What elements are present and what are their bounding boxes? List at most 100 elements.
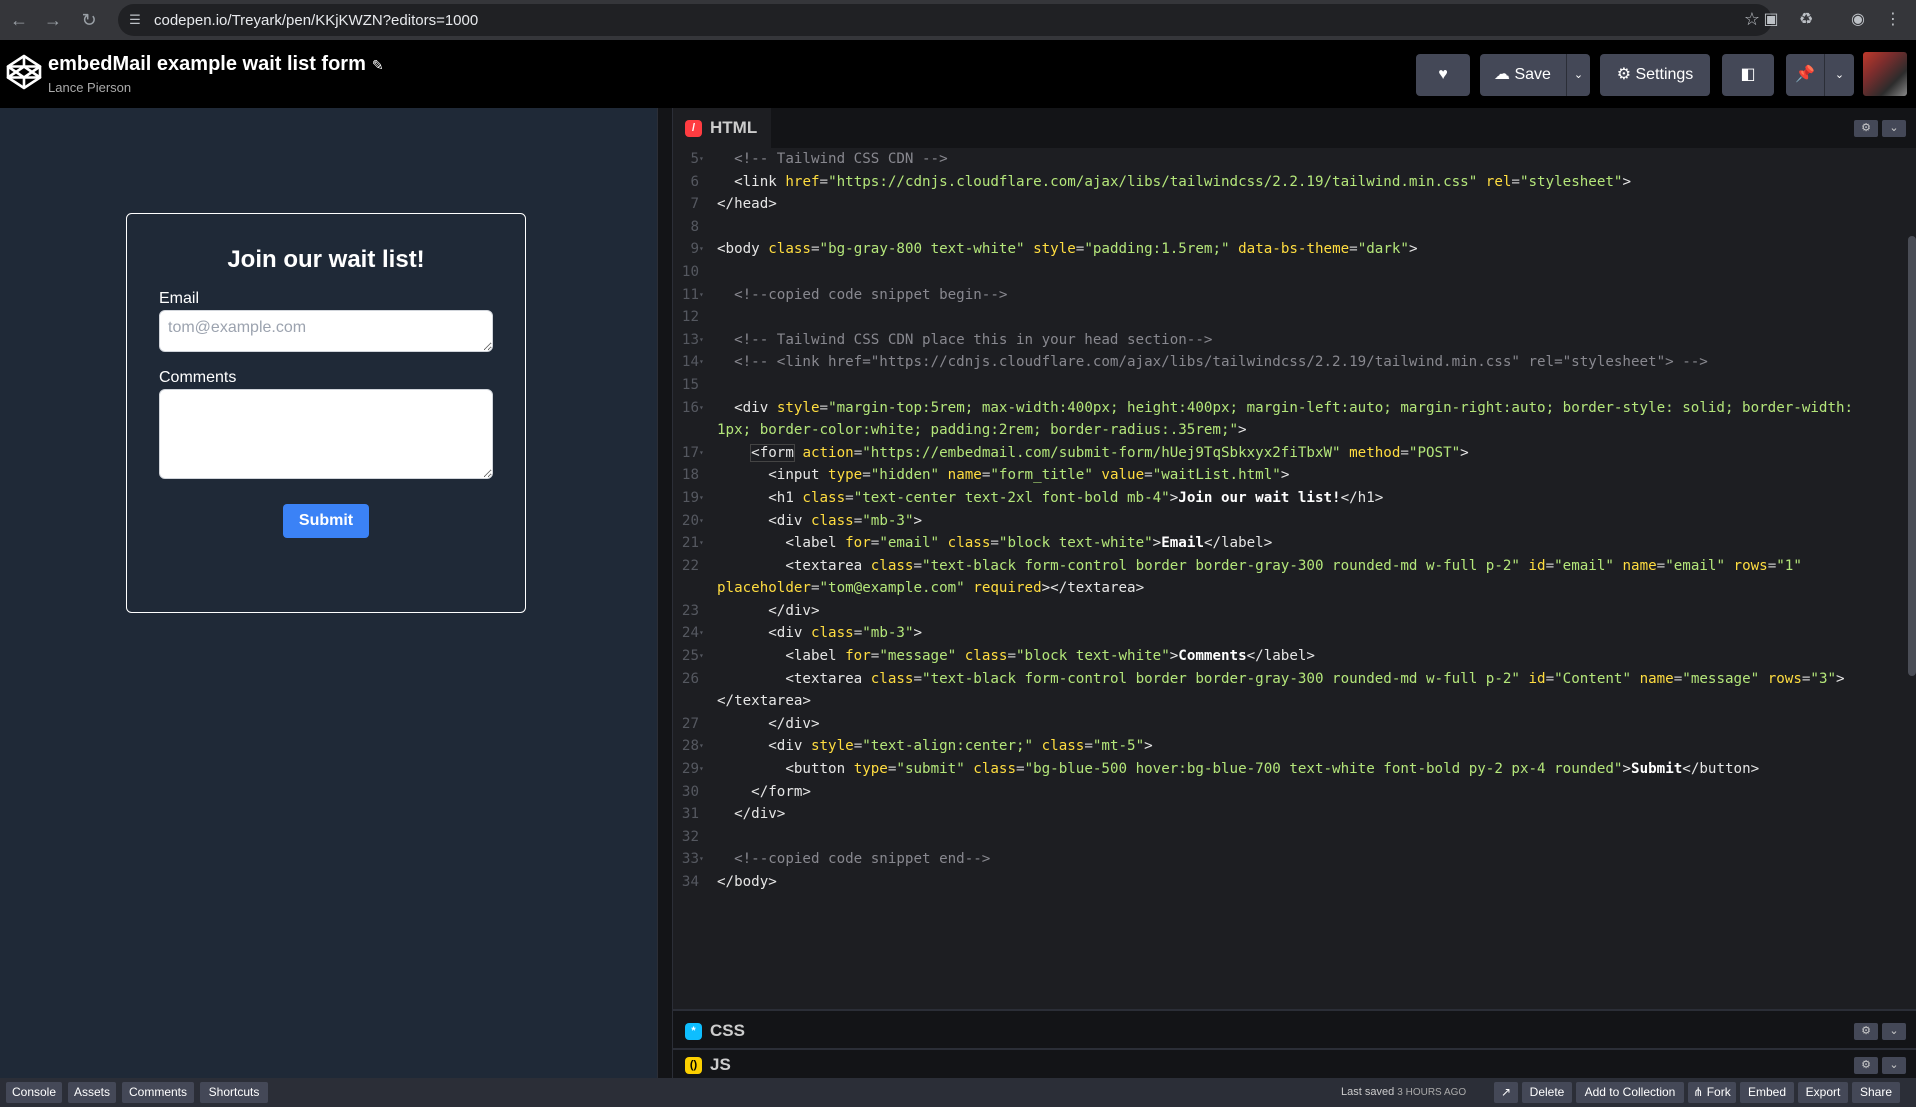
code-text[interactable]: <div style="text-align:center;" class="m… bbox=[713, 735, 1867, 758]
code-text[interactable]: <button type="submit" class="bg-blue-500… bbox=[713, 758, 1867, 781]
tab-js[interactable]: () JS bbox=[673, 1050, 745, 1080]
code-text[interactable]: <!-- <link href="https://cdnjs.cloudflar… bbox=[713, 351, 1867, 374]
extension-icon[interactable]: ▣ bbox=[1760, 9, 1782, 31]
code-text[interactable]: </body> bbox=[713, 871, 1867, 894]
code-text[interactable]: <label for="message" class="block text-w… bbox=[713, 645, 1867, 668]
code-text[interactable] bbox=[713, 216, 1867, 239]
code-text[interactable]: <label for="email" class="block text-whi… bbox=[713, 532, 1867, 555]
code-line[interactable]: 23 </div> bbox=[673, 600, 1916, 623]
share-button[interactable]: Share bbox=[1852, 1082, 1900, 1103]
code-text[interactable]: </head> bbox=[713, 193, 1867, 216]
code-line[interactable]: 6 <link href="https://cdnjs.cloudflare.c… bbox=[673, 171, 1916, 194]
submit-button[interactable]: Submit bbox=[282, 504, 370, 538]
code-text[interactable]: </div> bbox=[713, 713, 1867, 736]
code-line[interactable]: 12 bbox=[673, 306, 1916, 329]
avatar[interactable] bbox=[1863, 52, 1907, 96]
reload-icon[interactable]: ↻ bbox=[77, 8, 101, 32]
code-line[interactable]: 28 ▾ <div style="text-align:center;" cla… bbox=[673, 735, 1916, 758]
code-text[interactable]: <div style="margin-top:5rem; max-width:4… bbox=[713, 397, 1867, 442]
code-line[interactable]: 21 ▾ <label for="email" class="block tex… bbox=[673, 532, 1916, 555]
code-text[interactable]: <input type="hidden" name="form_title" v… bbox=[713, 464, 1867, 487]
pane-resizer[interactable] bbox=[657, 108, 673, 1078]
editor-collapse-chevron-icon[interactable]: ⌄ bbox=[1882, 120, 1906, 137]
code-text[interactable]: </form> bbox=[713, 781, 1867, 804]
shortcuts-button[interactable]: Shortcuts bbox=[200, 1082, 268, 1103]
code-line[interactable]: 15 bbox=[673, 374, 1916, 397]
fold-arrow-icon[interactable]: ▾ bbox=[699, 284, 713, 307]
code-text[interactable]: <div class="mb-3"> bbox=[713, 510, 1867, 533]
code-line[interactable]: 33 ▾ <!--copied code snippet end--> bbox=[673, 848, 1916, 871]
code-line[interactable]: 22 <textarea class="text-black form-cont… bbox=[673, 555, 1916, 600]
code-line[interactable]: 13 ▾ <!-- Tailwind CSS CDN place this in… bbox=[673, 329, 1916, 352]
code-text[interactable]: <h1 class="text-center text-2xl font-bol… bbox=[713, 487, 1867, 510]
code-line[interactable]: 5 ▾ <!-- Tailwind CSS CDN --> bbox=[673, 148, 1916, 171]
code-text[interactable] bbox=[713, 374, 1867, 397]
heart-button[interactable]: ♥ bbox=[1416, 54, 1470, 96]
fold-arrow-icon[interactable]: ▾ bbox=[699, 735, 713, 758]
save-button[interactable]: ☁ Save bbox=[1480, 54, 1566, 96]
fold-arrow-icon[interactable]: ▾ bbox=[699, 397, 713, 442]
code-line[interactable]: 7 </head> bbox=[673, 193, 1916, 216]
code-line[interactable]: 14 ▾ <!-- <link href="https://cdnjs.clou… bbox=[673, 351, 1916, 374]
code-text[interactable]: <textarea class="text-black form-control… bbox=[713, 555, 1867, 600]
fork-button[interactable]: ⋔ Fork bbox=[1688, 1082, 1736, 1103]
code-text[interactable]: <textarea class="text-black form-control… bbox=[713, 668, 1867, 713]
tab-css[interactable]: * CSS bbox=[673, 1011, 759, 1051]
embed-button[interactable]: Embed bbox=[1740, 1082, 1794, 1103]
profile-icon[interactable]: ◉ bbox=[1847, 9, 1869, 31]
code-line[interactable]: 9 ▾ <body class="bg-gray-800 text-white" … bbox=[673, 238, 1916, 261]
code-line[interactable]: 8 bbox=[673, 216, 1916, 239]
fold-arrow-icon[interactable]: ▾ bbox=[699, 622, 713, 645]
assets-button[interactable]: Assets bbox=[68, 1082, 116, 1103]
code-text[interactable]: <form action="https://embedmail.com/subm… bbox=[713, 442, 1867, 465]
code-text[interactable] bbox=[713, 826, 1867, 849]
code-text[interactable] bbox=[713, 306, 1867, 329]
pen-title[interactable]: embedMail example wait list form ✎ bbox=[48, 53, 384, 76]
code-line[interactable]: 26 <textarea class="text-black form-cont… bbox=[673, 668, 1916, 713]
fold-arrow-icon[interactable]: ▾ bbox=[699, 351, 713, 374]
code-text[interactable]: <!--copied code snippet end--> bbox=[713, 848, 1867, 871]
js-collapse-chevron-icon[interactable]: ⌄ bbox=[1882, 1057, 1906, 1074]
pin-button[interactable]: 📌 bbox=[1786, 54, 1824, 96]
code-line[interactable]: 27 </div> bbox=[673, 713, 1916, 736]
address-bar[interactable]: ☰ codepen.io/Treyark/pen/KKjKWZN?editors… bbox=[118, 4, 1772, 36]
fold-arrow-icon[interactable]: ▾ bbox=[699, 238, 713, 261]
export-button[interactable]: Export bbox=[1798, 1082, 1848, 1103]
fold-arrow-icon[interactable]: ▾ bbox=[699, 510, 713, 533]
save-dropdown-button[interactable]: ⌄ bbox=[1566, 54, 1590, 96]
code-line[interactable]: 20 ▾ <div class="mb-3"> bbox=[673, 510, 1916, 533]
comments-field[interactable] bbox=[159, 389, 493, 479]
extensions-puzzle-icon[interactable]: ♻ bbox=[1795, 9, 1817, 31]
code-line[interactable]: 16 ▾ <div style="margin-top:5rem; max-wi… bbox=[673, 397, 1916, 442]
pen-author[interactable]: Lance Pierson bbox=[48, 80, 131, 95]
code-line[interactable]: 25 ▾ <label for="message" class="block t… bbox=[673, 645, 1916, 668]
code-line[interactable]: 30 </form> bbox=[673, 781, 1916, 804]
comments-button[interactable]: Comments bbox=[122, 1082, 194, 1103]
code-line[interactable]: 29 ▾ <button type="submit" class="bg-blu… bbox=[673, 758, 1916, 781]
code-line[interactable]: 10 bbox=[673, 261, 1916, 284]
email-field[interactable] bbox=[159, 310, 493, 352]
console-button[interactable]: Console bbox=[6, 1082, 62, 1103]
site-info-icon[interactable]: ☰ bbox=[126, 11, 144, 29]
code-line[interactable]: 24 ▾ <div class="mb-3"> bbox=[673, 622, 1916, 645]
code-text[interactable]: </div> bbox=[713, 600, 1867, 623]
layout-button[interactable]: ◧ bbox=[1722, 54, 1774, 96]
editor-settings-gear-icon[interactable]: ⚙ bbox=[1854, 120, 1878, 137]
code-line[interactable]: 34 </body> bbox=[673, 871, 1916, 894]
code-text[interactable]: <body class="bg-gray-800 text-white" sty… bbox=[713, 238, 1867, 261]
bookmark-star-icon[interactable]: ☆ bbox=[1744, 9, 1760, 30]
menu-kebab-icon[interactable]: ⋮ bbox=[1882, 9, 1904, 31]
fold-arrow-icon[interactable]: ▾ bbox=[699, 645, 713, 668]
edit-pencil-icon[interactable]: ✎ bbox=[372, 57, 384, 73]
codepen-logo-icon[interactable] bbox=[4, 52, 44, 92]
fold-arrow-icon[interactable]: ▾ bbox=[699, 442, 713, 465]
code-line[interactable]: 31 </div> bbox=[673, 803, 1916, 826]
external-link-icon[interactable]: ↗ bbox=[1494, 1082, 1518, 1103]
code-text[interactable]: <!-- Tailwind CSS CDN place this in your… bbox=[713, 329, 1867, 352]
code-text[interactable]: </div> bbox=[713, 803, 1867, 826]
editor-scrollbar[interactable] bbox=[1908, 236, 1916, 676]
css-collapse-chevron-icon[interactable]: ⌄ bbox=[1882, 1023, 1906, 1040]
css-settings-gear-icon[interactable]: ⚙ bbox=[1854, 1023, 1878, 1040]
fold-arrow-icon[interactable]: ▾ bbox=[699, 329, 713, 352]
pen-title-text[interactable]: embedMail example wait list form bbox=[48, 53, 366, 75]
